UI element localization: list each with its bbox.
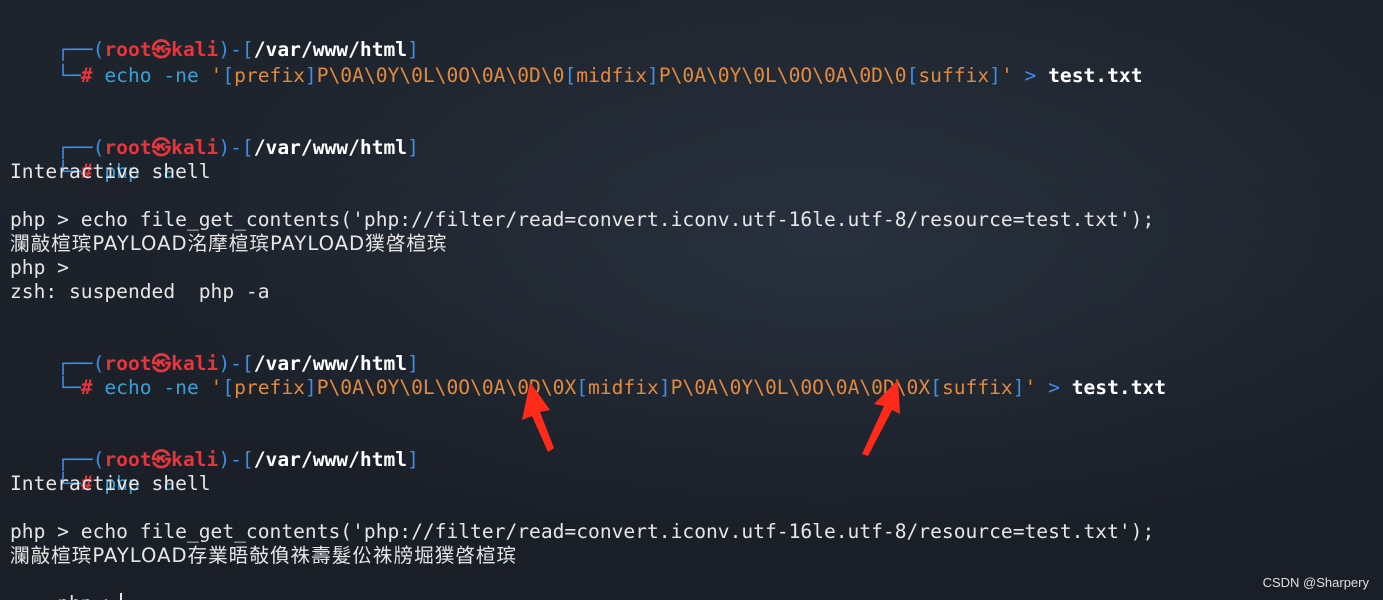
garbled-output: 瀾敲楦瑸PAYLOAD存業晤敧偩祩壽髮伀祩牓堀獛晵楦瑸 (10, 544, 518, 567)
bracket: [ (222, 64, 235, 87)
filename: test.txt (1071, 376, 1167, 399)
filename: test.txt (1048, 64, 1143, 87)
quote: ' (1000, 64, 1013, 87)
bracket: [ (930, 376, 942, 399)
annotation-arrow (522, 382, 554, 452)
php-command-line[interactable]: php > echo file_get_contents('php://filt… (10, 208, 1154, 232)
escape-sequence: P\0A\0Y\0L\0O\0A\0D\0 (316, 64, 565, 87)
midfix-word: midfix (576, 64, 648, 87)
escape-sequence: P\0A\0Y\0L\0O\0A\0D\0 (658, 64, 907, 87)
php-prompt-line[interactable]: php > (10, 568, 123, 600)
command-flag: -ne (163, 64, 199, 87)
prompt-hash: # (80, 64, 93, 87)
prompt-line: ┌──(root㉿kali)-[/var/www/html] (10, 112, 419, 159)
command-line[interactable]: └─# php -a (10, 136, 175, 183)
text-cursor (120, 593, 123, 600)
suffix-word: suffix (918, 64, 990, 87)
php-prompt: php > (57, 592, 116, 600)
quote: ' (1024, 376, 1037, 399)
bracket: ] (304, 64, 317, 87)
bracket: [ (576, 376, 589, 399)
quote: ' (210, 64, 223, 87)
php-command-line[interactable]: php > echo file_get_contents('php://filt… (10, 520, 1154, 544)
command-line[interactable]: └─# echo -ne '[prefix]P\0A\0Y\0L\0O\0A\0… (10, 40, 1142, 87)
prompt-hash: # (80, 376, 93, 399)
terminal-window[interactable]: ​ ┌──(root㉿kali)-[/var/www/html] └─# ech… (0, 0, 1383, 600)
bracket: [ (222, 376, 235, 399)
suspended-message: zsh: suspended php -a (10, 280, 270, 303)
prompt-line: ┌──(root㉿kali)-[/var/www/html] (10, 424, 419, 471)
bracket: [ (906, 64, 919, 87)
command-flag: -ne (163, 376, 199, 399)
prompt-separator: )-[ (218, 136, 254, 159)
bracket: ] (647, 64, 659, 87)
prompt-line: ┌──(root㉿kali)-[/var/www/html] (10, 328, 419, 375)
quote: ' (210, 376, 223, 399)
suffix-word: suffix (941, 376, 1013, 399)
command-line[interactable]: └─# php -a (10, 448, 175, 495)
command-name: echo (104, 64, 152, 87)
prefix-word: prefix (234, 64, 305, 87)
redirect: > (1048, 376, 1060, 399)
prompt-path: /var/www/html (253, 448, 408, 471)
watermark: CSDN @Sharpery (1262, 575, 1369, 590)
bracket: ] (304, 376, 317, 399)
midfix-word: midfix (588, 376, 659, 399)
annotation-arrow (862, 380, 900, 456)
bracket: ] (658, 376, 671, 399)
prefix-word: prefix (234, 376, 305, 399)
output-line: Interactive shell (10, 472, 211, 495)
php-prompt: php > (10, 256, 69, 279)
garbled-output: 瀾敲楦瑸PAYLOAD洺摩楦瑸PAYLOAD獛晵楦瑸 (10, 232, 448, 255)
prompt-corner-bottom: └─ (57, 64, 81, 87)
output-line: Interactive shell (10, 160, 211, 183)
prompt-close: ] (407, 136, 419, 159)
bracket: ] (989, 64, 1001, 87)
bracket: [ (564, 64, 577, 87)
prompt-close: ] (407, 448, 419, 471)
prompt-line: ┌──(root㉿kali)-[/var/www/html] (10, 14, 419, 61)
prompt-separator: )-[ (218, 448, 254, 471)
redirect: > (1024, 64, 1037, 87)
command-line[interactable]: └─# echo -ne '[prefix]P\0A\0Y\0L\0O\0A\0… (10, 352, 1166, 399)
command-name: echo (104, 376, 152, 399)
prompt-corner-bottom: └─ (57, 376, 81, 399)
prompt-path: /var/www/html (253, 136, 408, 159)
bracket: ] (1012, 376, 1025, 399)
